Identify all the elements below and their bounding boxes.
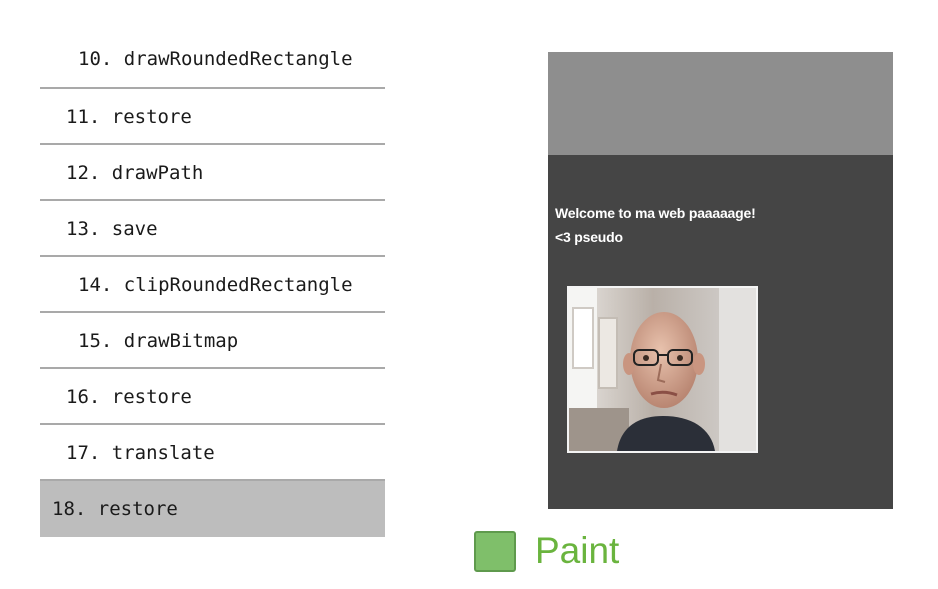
- command-item: 15. drawBitmap: [40, 313, 385, 369]
- web-page-preview: Welcome to ma web paaaaage! <3 pseudo: [548, 52, 893, 509]
- pseudo-text: <3 pseudo: [555, 229, 623, 245]
- command-item-current: 18. restore: [40, 481, 385, 537]
- command-item: 11. restore: [40, 89, 385, 145]
- command-label: 13. save: [66, 218, 158, 240]
- welcome-text: Welcome to ma web paaaaage!: [555, 205, 756, 221]
- paint-command-list: 10. drawRoundedRectangle 11. restore 12.…: [40, 31, 385, 537]
- command-label: 16. restore: [66, 386, 192, 408]
- command-label: 11. restore: [66, 106, 192, 128]
- page-header-bar: [548, 52, 893, 155]
- paint-legend-swatch: [474, 531, 516, 572]
- command-label: 14. clipRoundedRectangle: [78, 274, 353, 296]
- command-label: 15. drawBitmap: [78, 330, 239, 352]
- command-label: 18. restore: [52, 498, 178, 520]
- command-label: 12. drawPath: [66, 162, 204, 184]
- command-item: 14. clipRoundedRectangle: [40, 257, 385, 313]
- command-label: 10. drawRoundedRectangle: [78, 48, 353, 70]
- command-item: 16. restore: [40, 369, 385, 425]
- paint-legend-label: Paint: [535, 530, 620, 571]
- command-item: 17. translate: [40, 425, 385, 481]
- command-item: 13. save: [40, 201, 385, 257]
- profile-photo: [567, 286, 758, 453]
- command-item: 12. drawPath: [40, 145, 385, 201]
- profile-photo-image: [569, 288, 756, 451]
- command-label: 17. translate: [66, 442, 215, 464]
- command-item: 10. drawRoundedRectangle: [40, 31, 385, 89]
